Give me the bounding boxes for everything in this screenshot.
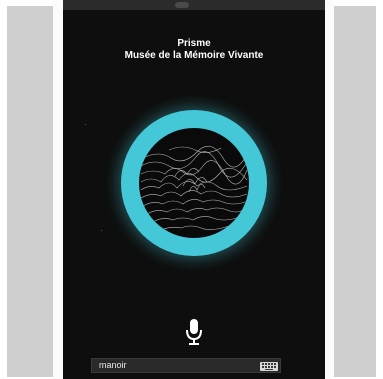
right-bezel — [325, 0, 334, 379]
title-museum-name: Musée de la Mémoire Vivante — [124, 50, 264, 61]
app-screen: Prisme Musée de la Mémoire Vivante manoi… — [63, 0, 325, 379]
star-dot — [85, 124, 86, 125]
search-input[interactable]: manoir — [91, 358, 281, 373]
microphone-icon[interactable] — [184, 318, 204, 346]
left-bezel — [53, 0, 63, 379]
title-app-name: Prisme — [177, 38, 211, 49]
voice-visualizer-ring[interactable] — [121, 110, 267, 256]
star-dot — [101, 230, 102, 231]
left-side-panel — [7, 6, 53, 377]
search-input-value: manoir — [99, 360, 127, 370]
device-frame: Prisme Musée de la Mémoire Vivante manoi… — [0, 0, 383, 379]
keyboard-icon[interactable] — [260, 362, 278, 371]
top-status-strip — [63, 0, 325, 10]
page-title: Prisme Musée de la Mémoire Vivante — [63, 38, 325, 62]
wireframe-terrain-icon — [139, 128, 249, 238]
right-side-panel — [334, 6, 376, 377]
camera-notch — [175, 2, 189, 8]
